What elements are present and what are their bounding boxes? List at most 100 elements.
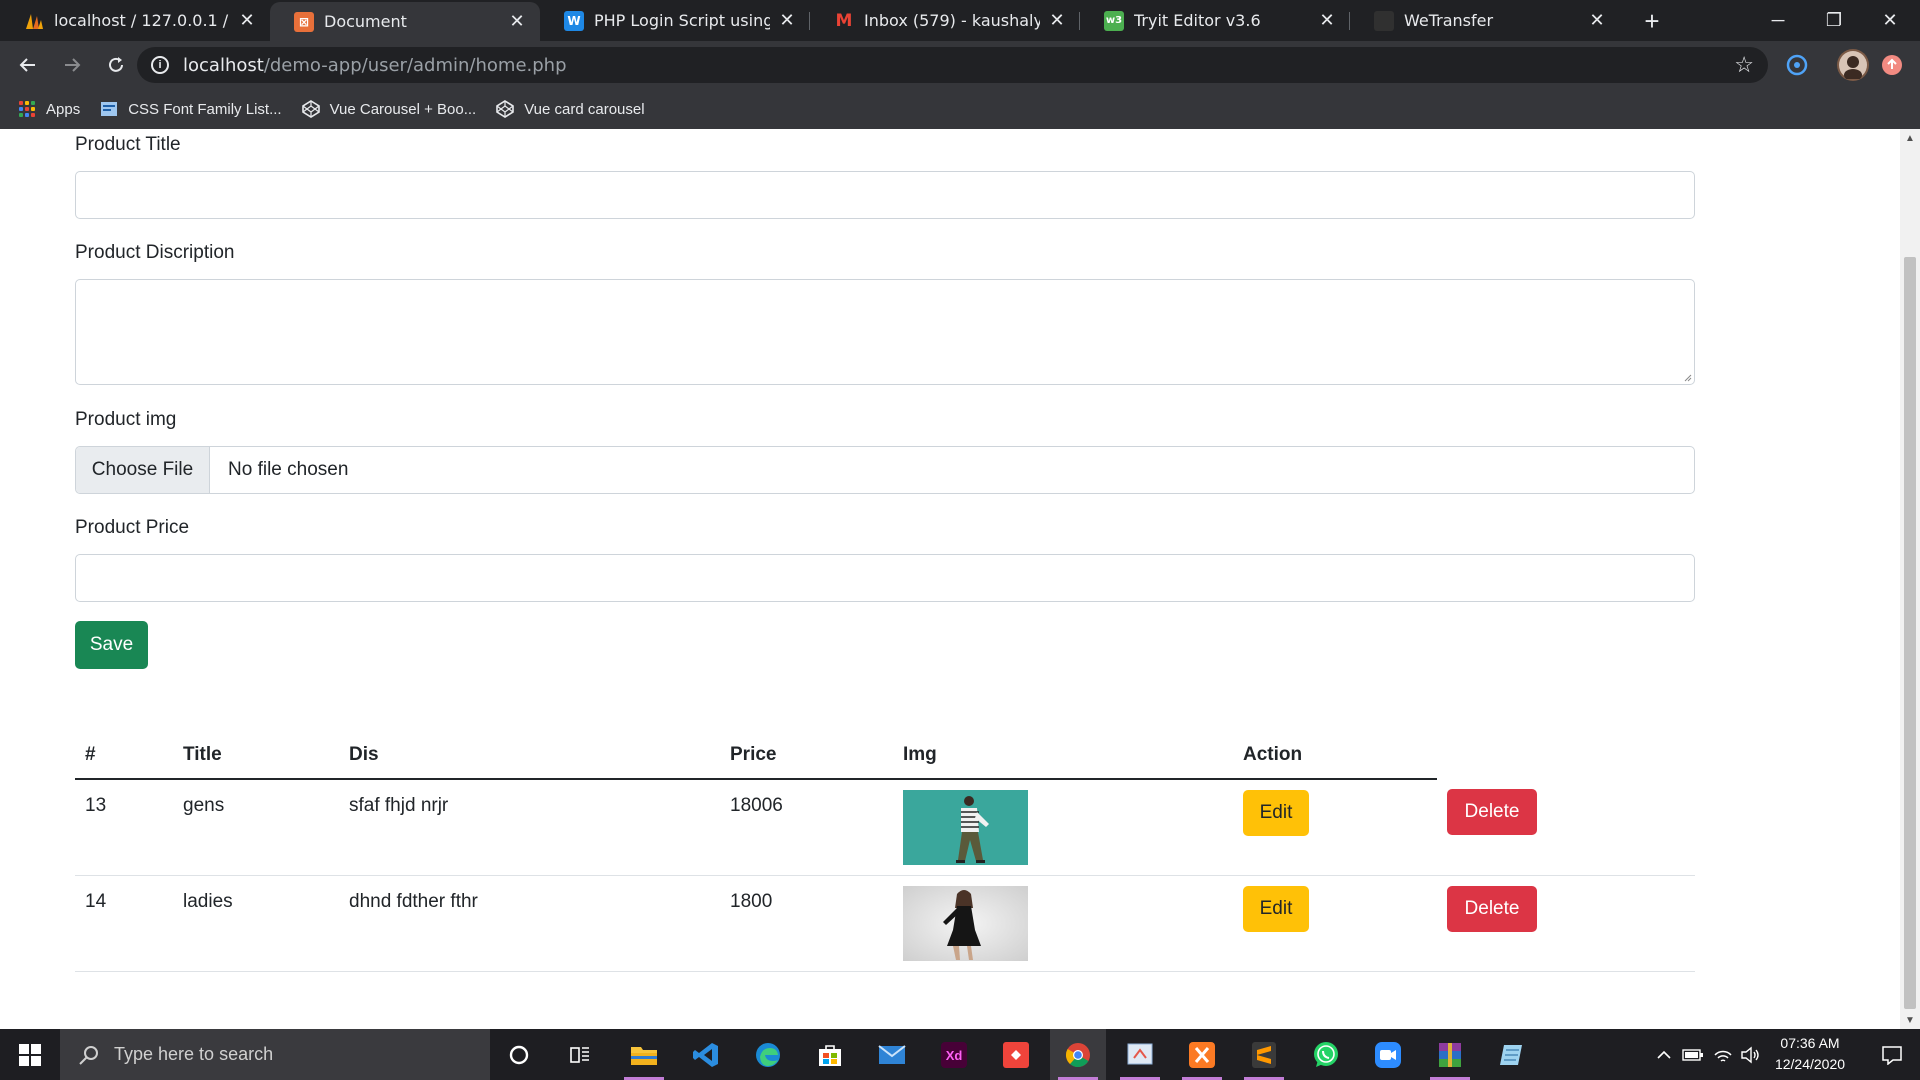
update-icon[interactable] [1876, 49, 1908, 81]
bookmark-label: Vue Carousel + Boo... [329, 100, 477, 118]
microsoft-store-icon[interactable] [802, 1029, 858, 1080]
bookmark-label: Apps [46, 100, 81, 118]
windows-logo-icon [19, 1043, 41, 1066]
close-icon[interactable]: ✕ [508, 11, 526, 32]
edit-button[interactable]: Edit [1243, 886, 1309, 932]
w-site-icon: W [564, 10, 584, 31]
tab-document[interactable]: ⊠ Document ✕ [270, 2, 540, 41]
vscode-icon[interactable] [678, 1029, 734, 1080]
window-close-button[interactable]: ✕ [1862, 0, 1918, 41]
adobe-xd-icon[interactable]: Xd [926, 1029, 982, 1080]
mail-icon[interactable] [864, 1029, 920, 1080]
bookmark-apps[interactable]: Apps [18, 100, 80, 118]
table-header-rule [75, 778, 1437, 780]
cell-id: 13 [85, 795, 107, 816]
wifi-icon[interactable] [1710, 1029, 1736, 1080]
bookmark-vue-card-carousel[interactable]: Vue card carousel [496, 100, 645, 118]
xampp-icon: ⊠ [294, 11, 314, 32]
col-header-title: Title [183, 744, 222, 765]
product-price-input[interactable] [75, 554, 1695, 602]
col-header-dis: Dis [349, 744, 379, 765]
codepen-icon [496, 100, 515, 118]
file-status-text: No file chosen [228, 459, 349, 480]
zoom-icon[interactable] [1360, 1029, 1416, 1080]
resize-grip-icon[interactable] [1682, 372, 1692, 382]
forward-button[interactable] [52, 45, 92, 85]
tab-php-login[interactable]: W PHP Login Script using PDO ✕ [540, 0, 810, 41]
whatsapp-icon[interactable] [1298, 1029, 1354, 1080]
scrollbar-thumb[interactable] [1904, 257, 1916, 1009]
tab-gmail-inbox[interactable]: M Inbox (579) - kaushalyasenar ✕ [810, 0, 1080, 41]
windows-taskbar: Type here to search Xd 07:36 AM 12/24/20… [0, 1029, 1920, 1080]
reload-button[interactable] [96, 45, 136, 85]
edit-button[interactable]: Edit [1243, 790, 1309, 836]
tray-chevron-up-icon[interactable] [1652, 1029, 1676, 1080]
tab-title: Document [324, 12, 407, 31]
product-title-input[interactable] [75, 171, 1695, 219]
volume-icon[interactable] [1738, 1029, 1762, 1080]
page-content: Product Title Product Discription Produc… [0, 129, 1900, 1029]
notes-app-icon[interactable] [1484, 1029, 1540, 1080]
close-icon[interactable]: ✕ [1588, 10, 1606, 31]
extension-icon[interactable] [1781, 49, 1813, 81]
bookmark-star-icon[interactable]: ☆ [1734, 52, 1754, 78]
snipping-tool-icon[interactable] [1112, 1029, 1168, 1080]
col-header-img: Img [903, 744, 937, 765]
sublime-text-icon[interactable] [1236, 1029, 1292, 1080]
tab-title: Tryit Editor v3.6 [1134, 11, 1261, 30]
restore-button[interactable]: ❐ [1806, 0, 1862, 41]
new-tab-button[interactable]: + [1632, 1, 1672, 41]
choose-file-button[interactable]: Choose File [76, 447, 210, 493]
page-scrollbar[interactable]: ▲ ▼ [1900, 129, 1920, 1029]
tab-phpmyadmin[interactable]: localhost / 127.0.0.1 / project ✕ [0, 0, 270, 41]
notification-center-icon[interactable] [1864, 1029, 1920, 1080]
product-thumbnail [903, 886, 1028, 961]
bookmark-label: CSS Font Family List... [128, 100, 282, 118]
browser-tab-strip: localhost / 127.0.0.1 / project ✕ ⊠ Docu… [0, 0, 1920, 41]
chrome-icon[interactable] [1050, 1029, 1106, 1080]
address-bar[interactable]: i localhost/demo-app/user/admin/home.php… [137, 47, 1768, 83]
product-img-file-input[interactable]: Choose File No file chosen [75, 446, 1695, 494]
product-img-label: Product img [75, 409, 177, 430]
edge-icon[interactable] [740, 1029, 796, 1080]
col-header-action: Action [1243, 744, 1303, 765]
gmail-icon: M [835, 10, 853, 31]
delete-button[interactable]: Delete [1447, 789, 1537, 835]
site-info-icon[interactable]: i [151, 56, 169, 74]
product-description-textarea[interactable] [75, 279, 1695, 385]
arrow-left-icon [19, 58, 35, 72]
task-view-icon[interactable] [552, 1029, 608, 1080]
cortana-icon[interactable] [491, 1029, 547, 1080]
save-button[interactable]: Save [75, 621, 148, 669]
cell-dis: dhnd fdther fthr [349, 891, 478, 912]
profile-avatar[interactable] [1837, 49, 1869, 81]
windows-start-button[interactable] [0, 1029, 60, 1080]
xampp-control-icon[interactable] [1174, 1029, 1230, 1080]
scroll-down-arrow-icon[interactable]: ▼ [1900, 1011, 1920, 1029]
w3schools-icon: w3 [1104, 10, 1124, 31]
col-header-id: # [85, 744, 96, 765]
product-title-label: Product Title [75, 134, 181, 155]
tab-tryit-editor[interactable]: w3 Tryit Editor v3.6 ✕ [1080, 0, 1350, 41]
back-button[interactable] [8, 45, 48, 85]
winrar-icon[interactable] [1422, 1029, 1478, 1080]
tab-wetransfer[interactable]: WeTransfer ✕ [1350, 0, 1620, 41]
close-icon[interactable]: ✕ [1048, 10, 1066, 31]
close-icon[interactable]: ✕ [778, 10, 796, 31]
file-explorer-icon[interactable] [616, 1029, 672, 1080]
battery-icon[interactable] [1680, 1029, 1706, 1080]
minimize-button[interactable]: ─ [1750, 0, 1806, 41]
taskbar-clock[interactable]: 07:36 AM 12/24/2020 [1760, 1033, 1860, 1075]
taskbar-search-box[interactable]: Type here to search [60, 1029, 490, 1080]
bookmark-vue-carousel-boo[interactable]: Vue Carousel + Boo... [301, 100, 477, 118]
reload-icon [109, 57, 123, 72]
bookmark-css-font-family[interactable]: CSS Font Family List... [100, 100, 282, 118]
anydesk-icon[interactable] [988, 1029, 1044, 1080]
close-icon[interactable]: ✕ [1318, 10, 1336, 31]
close-icon[interactable]: ✕ [238, 10, 256, 31]
product-thumbnail [903, 790, 1028, 865]
scroll-up-arrow-icon[interactable]: ▲ [1900, 129, 1920, 147]
delete-button[interactable]: Delete [1447, 886, 1537, 932]
clock-time: 07:36 AM [1780, 1035, 1840, 1051]
search-placeholder: Type here to search [114, 1044, 274, 1064]
